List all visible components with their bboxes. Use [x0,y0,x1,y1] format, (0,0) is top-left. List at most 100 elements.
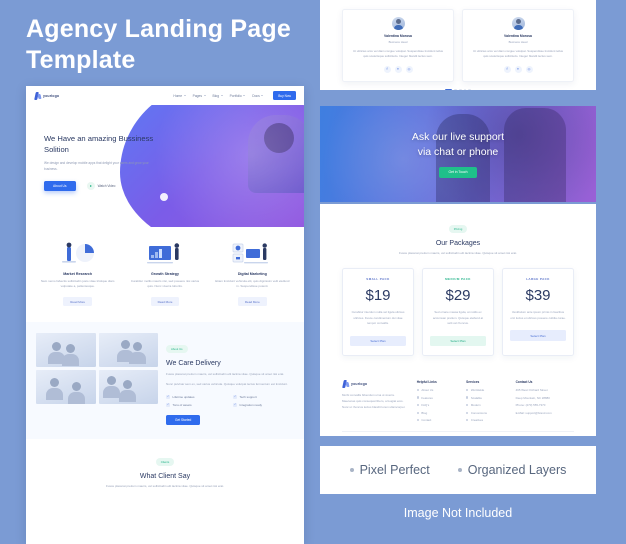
watch-video-button[interactable]: Watch Video [86,182,115,191]
avatar [511,17,525,30]
contact-phone[interactable]: Phone: (270) 555-7370 [516,403,574,407]
twitter-icon[interactable]: ✦ [514,65,522,73]
nav-item-docs[interactable]: Docs [252,94,264,98]
packages-title: Our Packages [435,240,481,247]
logo-mark-icon [34,92,41,100]
footer-link[interactable]: Modern [466,403,505,407]
checklist-label: Tech support [239,394,257,399]
bullet-icon [466,396,469,399]
banner-title-line-2: via chat or phone [417,145,499,158]
twitter-icon[interactable]: ✦ [394,65,402,73]
carousel-dot-active[interactable] [445,88,453,90]
logo-mark-icon [342,380,349,388]
service-text: Etiam tincidunt vehicula elit, quis dign… [215,279,290,289]
carousel-dot[interactable] [454,88,457,90]
select-plan-button[interactable]: Select Plan [350,335,406,347]
hero-section: We Have an amazing Bussiness Solition We… [26,105,304,227]
check-icon: ✓ [233,402,237,407]
service-title: Digital Marketing [237,272,267,276]
instagram-icon[interactable]: ◎ [525,65,533,73]
bullet-icon [416,396,419,399]
select-plan-button[interactable]: Select Plan [430,335,486,347]
feature-panel: Pixel Perfect Organized Layers [320,446,596,494]
read-more-button[interactable]: Read More [237,297,267,307]
plan-price: $19 [365,287,391,305]
footer-logo-text: yourlogo [351,382,368,387]
footer-link[interactable]: Worldwide [466,388,505,392]
bullet-icon [416,419,419,422]
care-paragraph-1: Fusce placerat pretium mauris, vel solli… [166,371,285,376]
nav-label: Portfolio [229,93,242,98]
get-started-button[interactable]: Get Started [166,414,201,425]
instagram-icon[interactable]: ◎ [405,65,413,73]
hero-play-dot-icon[interactable] [160,193,168,201]
hero-copy: We Have an amazing Bussiness Solition We… [44,133,162,192]
footer-link[interactable]: Blog [416,411,456,415]
footer-logo[interactable]: yourlogo [342,380,407,388]
footer-heading: Helpful Links [416,380,437,385]
about-us-button[interactable]: About Us [44,181,76,192]
testimonial-role: Business Head [508,40,528,44]
contact-address-line-1: 465 West Orchard Street [515,387,548,392]
select-plan-button[interactable]: Select Plan [510,330,566,341]
read-more-button[interactable]: Read More [63,297,93,307]
nav-item-pages[interactable]: Pages [193,94,206,98]
footer-link[interactable]: Features [416,396,456,400]
avatar [391,17,405,30]
carousel-dot[interactable] [463,88,467,90]
market-research-icon [61,242,94,263]
client-tag: Clients [155,458,175,466]
live-support-banner: Ask our live support via chat or phone G… [320,106,596,202]
logo[interactable]: yourlogo [34,92,59,100]
play-icon [86,182,95,191]
nav-item-blog[interactable]: Blog [213,94,223,98]
facebook-icon[interactable]: f [503,65,511,73]
get-in-touch-button[interactable]: Get in Touch [438,167,478,178]
nav-label: Blog [212,93,220,98]
read-more-button[interactable]: Read More [150,297,180,307]
carousel-dot[interactable] [468,88,471,90]
testimonial-text: Ut ultricies arcu vel diam congue volutp… [353,49,443,59]
gallery-photo [98,332,158,367]
testimonial-name: Valentina Morosa [384,34,412,38]
buy-now-button[interactable]: Buy Now [273,91,296,100]
footer-link-label: Creatives [470,418,484,423]
hero-buttons: About Us Watch Video [44,181,162,192]
footer-link-label: Worldwide [470,387,485,392]
footer-link[interactable]: Scalable [466,396,505,400]
photo-gallery [36,332,158,426]
care-title: We Care Delivery [166,359,221,367]
footer-link[interactable]: FAQ's [416,403,456,407]
client-title: What Client Say [139,472,191,480]
footer-heading: Services [466,380,480,385]
footer-link[interactable]: Conversions [466,411,505,415]
pricing-card-small: SMALL PACK $19 Curabitur interdum nulla … [342,268,414,357]
pricing-mockup: Pricing Our Packages Fusce placerat pret… [320,204,596,436]
gallery-photo [98,369,158,404]
feature-pixel-perfect: Pixel Perfect [349,463,430,477]
pricing-card-large: LARGE PACK $39 Vestibulum ante ipsum pri… [502,268,574,357]
check-icon: ✓ [166,394,170,399]
growth-strategy-illustration [123,239,206,269]
bullet-icon [466,419,469,422]
testimonial-name: Valentina Morosa [504,34,532,38]
footer-link[interactable]: About Us [416,388,456,392]
chevron-down-icon [220,95,223,96]
service-text: Curabitur mollis mauris nisi, sed posuer… [130,279,200,289]
contact-email[interactable]: E-Mail: support@brand.com [516,411,574,415]
footer-link-label: Conversions [470,410,487,415]
growth-strategy-icon [146,243,180,264]
nav-item-home[interactable]: Home [173,94,186,98]
service-title: Growth Strategy [151,272,179,276]
facebook-icon[interactable]: f [383,65,391,73]
carousel-dot[interactable] [458,88,462,90]
chevron-down-icon [183,95,186,96]
pricing-plans: SMALL PACK $19 Curabitur interdum nulla … [320,256,596,357]
bullet-icon [349,468,354,472]
footer-link[interactable]: Contact [416,418,456,422]
footer-link[interactable]: Creatives [466,418,505,422]
digital-marketing-illustration [211,239,294,269]
care-paragraph-2: Nunc pulvinar sem ex, sed varius vehicul… [166,382,288,387]
nav-item-portfolio[interactable]: Portfolio [230,94,246,98]
check-icon: ✓ [166,402,170,407]
